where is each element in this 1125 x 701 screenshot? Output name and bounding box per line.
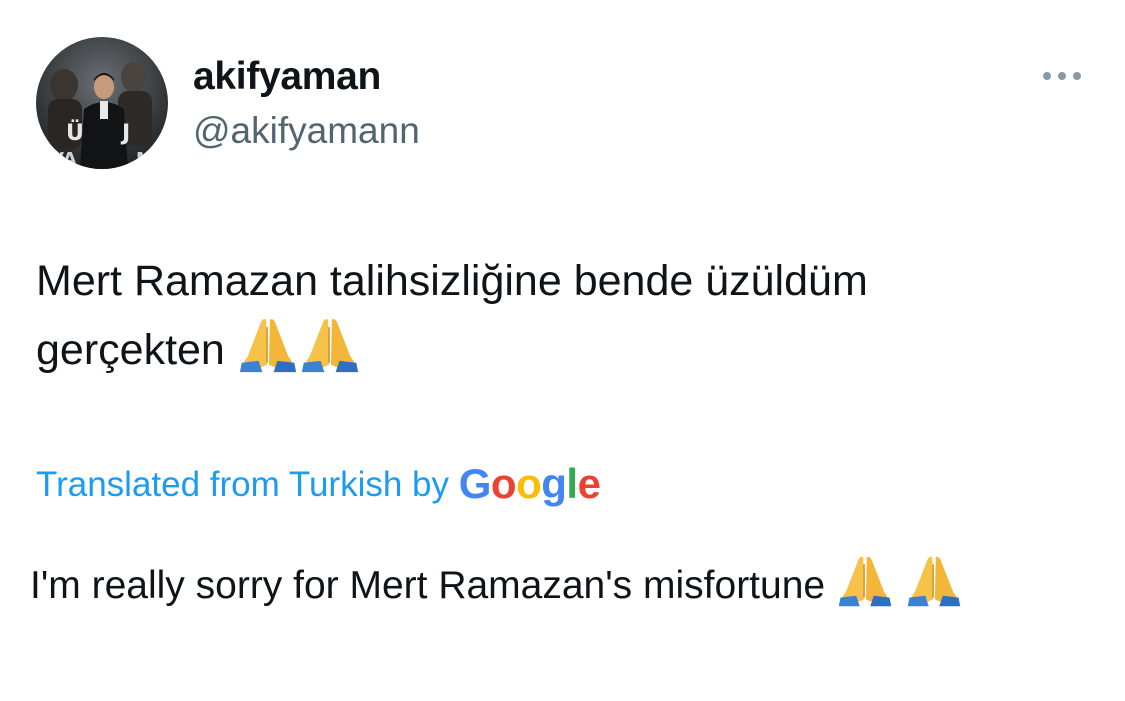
svg-text:Ü: Ü — [66, 120, 84, 146]
tweet-text: Mert Ramazan talihsizliğine bende üzüldü… — [36, 248, 1056, 383]
author-handle[interactable]: @akifyamann — [193, 107, 420, 155]
google-logo-letter: o — [516, 460, 542, 507]
translated-by-link[interactable]: Translated from Turkish by Google — [36, 458, 601, 511]
folded-hands-icon — [299, 314, 361, 374]
folded-hands-icon — [836, 552, 894, 608]
svg-text:VA: VA — [50, 149, 77, 169]
translated-text-body: I'm really sorry for Mert Ramazan's misf… — [30, 564, 826, 607]
author-display-name[interactable]: akifyaman — [193, 53, 381, 101]
user-avatar-photo-icon: Ü J VA M — [36, 37, 168, 169]
google-logo-letter: g — [541, 460, 567, 507]
folded-hands-icon — [237, 314, 299, 374]
google-logo-letter: G — [458, 460, 492, 507]
folded-hands-icon — [905, 552, 963, 608]
more-options-button[interactable] — [1036, 60, 1088, 92]
tweet-text-body: Mert Ramazan talihsizliğine bende üzüldü… — [36, 257, 868, 374]
google-logo-letter: o — [490, 460, 517, 507]
translated-label: Translated from Turkish by — [36, 465, 450, 504]
translated-text: I'm really sorry for Mert Ramazan's misf… — [30, 552, 1070, 619]
google-logo-letter: e — [577, 460, 601, 507]
google-logo-letter: l — [566, 460, 578, 507]
svg-text:J: J — [120, 121, 130, 146]
avatar[interactable]: Ü J VA M — [36, 37, 168, 169]
svg-text:M: M — [136, 149, 154, 169]
google-logo: Google — [459, 460, 601, 507]
more-dots-icon — [1043, 72, 1081, 80]
